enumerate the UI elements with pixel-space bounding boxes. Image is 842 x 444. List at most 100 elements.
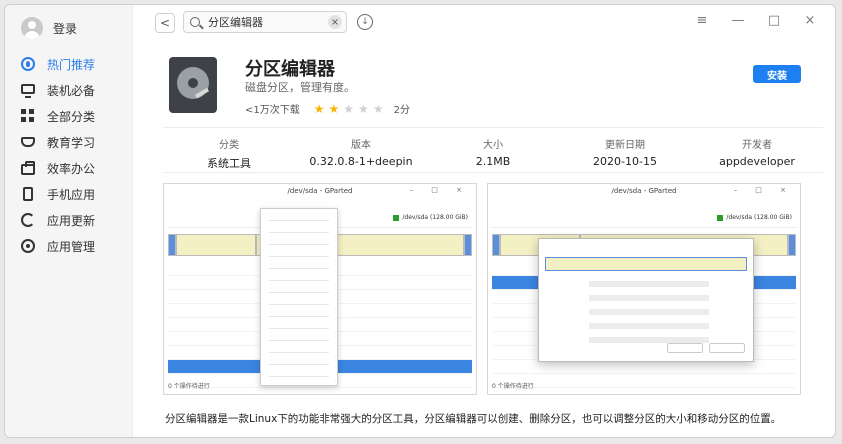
sidebar-item-mobile[interactable]: 手机应用 xyxy=(15,181,127,207)
dialog-field xyxy=(589,323,709,329)
sidebar-item-label: 热门推荐 xyxy=(47,57,96,72)
table-row xyxy=(492,360,796,374)
dialog-field xyxy=(589,281,709,287)
menu-line xyxy=(269,340,329,341)
menu-line xyxy=(269,232,329,233)
info-version: 版本 0.32.0.8-1+deepin xyxy=(295,128,427,172)
dialog-partition-bar xyxy=(545,257,747,271)
sidebar-item-categories[interactable]: 全部分类 xyxy=(15,103,127,129)
sidebar-item-label: 应用管理 xyxy=(47,239,96,254)
window-controls: ≡ — □ × xyxy=(695,13,817,28)
screenshot-1[interactable]: /dev/sda - GParted – □ × /dev/sda (128.0… xyxy=(163,183,477,395)
menu-line xyxy=(269,376,329,377)
info-category: 分类 系统工具 xyxy=(163,128,295,172)
info-developer: 开发者 appdeveloper xyxy=(691,128,823,172)
info-label: 版本 xyxy=(351,140,371,151)
info-value: 0.32.0.8-1+deepin xyxy=(309,155,413,168)
info-label: 更新日期 xyxy=(605,140,645,151)
sidebar-item-label: 手机应用 xyxy=(47,187,96,202)
screenshot-status: 0 个操作待进行 xyxy=(492,383,534,390)
minimize-button[interactable]: — xyxy=(731,13,745,28)
app-description: 分区编辑器是一款Linux下的功能非常强大的分区工具，分区编辑器可以创建、删除分… xyxy=(165,413,782,425)
screenshot-window-controls: – □ × xyxy=(733,186,794,194)
partition-segment xyxy=(168,234,176,256)
resize-dialog xyxy=(538,238,754,362)
sidebar-item-label: 教育学习 xyxy=(47,135,96,150)
download-icon[interactable]: ↓ xyxy=(357,14,373,30)
sidebar-item-office[interactable]: 效率办公 xyxy=(15,155,127,181)
screenshot-device-selector: /dev/sda (128.00 GiB) xyxy=(717,214,792,221)
dialog-ok-button xyxy=(709,343,745,353)
partition-segment xyxy=(176,234,256,256)
briefcase-icon xyxy=(21,160,35,175)
app-info-strip: 分类 系统工具 版本 0.32.0.8-1+deepin 大小 2.1MB 更新… xyxy=(163,127,823,173)
back-button[interactable]: < xyxy=(155,13,175,33)
search-icon xyxy=(190,17,200,27)
info-value: 2020-10-15 xyxy=(593,155,657,168)
rating-row: <1万次下载 ★ ★ ★ ★ ★ 2分 xyxy=(245,101,410,117)
info-value: 2.1MB xyxy=(475,155,511,168)
partition-segment xyxy=(492,234,500,256)
refresh-icon xyxy=(21,213,35,227)
sidebar-nav: 热门推荐 装机必备 全部分类 教育学习 效率办公 手机应用 应用更新 应用管理 xyxy=(15,51,127,259)
menu-line xyxy=(269,256,329,257)
info-value: appdeveloper xyxy=(719,155,795,168)
sidebar-item-updates[interactable]: 应用更新 xyxy=(15,207,127,233)
sidebar: 登录 热门推荐 装机必备 全部分类 教育学习 效率办公 手机应用 应用更新 应用… xyxy=(5,5,133,437)
sidebar-item-label: 全部分类 xyxy=(47,109,96,124)
info-label: 分类 xyxy=(219,140,239,151)
phone-icon xyxy=(23,187,33,201)
menu-line xyxy=(269,292,329,293)
sidebar-item-manage[interactable]: 应用管理 xyxy=(15,233,127,259)
app-title: 分区编辑器 xyxy=(245,59,335,80)
app-icon xyxy=(169,57,217,113)
app-store-window: 登录 热门推荐 装机必备 全部分类 教育学习 效率办公 手机应用 应用更新 应用… xyxy=(4,4,836,438)
maximize-button[interactable]: □ xyxy=(767,13,781,28)
menu-line xyxy=(269,352,329,353)
table-row xyxy=(492,374,796,388)
screenshot-device-selector: /dev/sda (128.00 GiB) xyxy=(393,214,468,221)
info-update-date: 更新日期 2020-10-15 xyxy=(559,128,691,172)
search-box[interactable]: 分区编辑器 × xyxy=(183,11,347,33)
login-area[interactable]: 登录 xyxy=(21,17,77,39)
dialog-cancel-button xyxy=(667,343,703,353)
screenshot-window-controls: – □ × xyxy=(409,186,470,194)
dialog-field xyxy=(589,309,709,315)
title-bar: < 分区编辑器 × ↓ ≡ — □ × xyxy=(133,5,835,41)
screenshot-status: 0 个操作待进行 xyxy=(168,383,210,390)
partition-segment xyxy=(464,234,472,256)
sidebar-item-essentials[interactable]: 装机必备 xyxy=(15,77,127,103)
disc-icon xyxy=(177,67,209,99)
menu-icon[interactable]: ≡ xyxy=(695,13,709,28)
info-value: 系统工具 xyxy=(207,157,251,170)
menu-line xyxy=(269,268,329,269)
install-button[interactable]: 安装 xyxy=(753,65,801,83)
download-count: <1万次下载 xyxy=(245,105,300,116)
menu-line xyxy=(269,316,329,317)
sidebar-item-education[interactable]: 教育学习 xyxy=(15,129,127,155)
partition-segment xyxy=(788,234,796,256)
star-filled-icon: ★ xyxy=(313,101,325,116)
menu-line xyxy=(269,328,329,329)
clear-icon[interactable]: × xyxy=(328,15,342,29)
screenshot-2[interactable]: /dev/sda - GParted – □ × /dev/sda (128.0… xyxy=(487,183,801,395)
star-empty-icon: ★ xyxy=(358,101,369,116)
avatar-icon[interactable] xyxy=(21,17,43,39)
star-empty-icon: ★ xyxy=(372,101,384,116)
menu-line xyxy=(269,364,329,365)
close-button[interactable]: × xyxy=(803,13,817,28)
menu-line xyxy=(269,244,329,245)
menu-line xyxy=(269,220,329,221)
sidebar-item-hot[interactable]: 热门推荐 xyxy=(15,51,127,77)
info-size: 大小 2.1MB xyxy=(427,128,559,172)
menu-line xyxy=(269,280,329,281)
sidebar-item-label: 装机必备 xyxy=(47,83,96,98)
search-input[interactable]: 分区编辑器 xyxy=(208,14,328,30)
star-empty-icon: ★ xyxy=(343,101,355,116)
hot-icon xyxy=(21,57,35,71)
login-label[interactable]: 登录 xyxy=(53,20,77,37)
sidebar-item-label: 应用更新 xyxy=(47,213,96,228)
rating-score: 2分 xyxy=(393,105,410,116)
gear-icon xyxy=(21,239,35,253)
info-label: 大小 xyxy=(483,140,503,151)
